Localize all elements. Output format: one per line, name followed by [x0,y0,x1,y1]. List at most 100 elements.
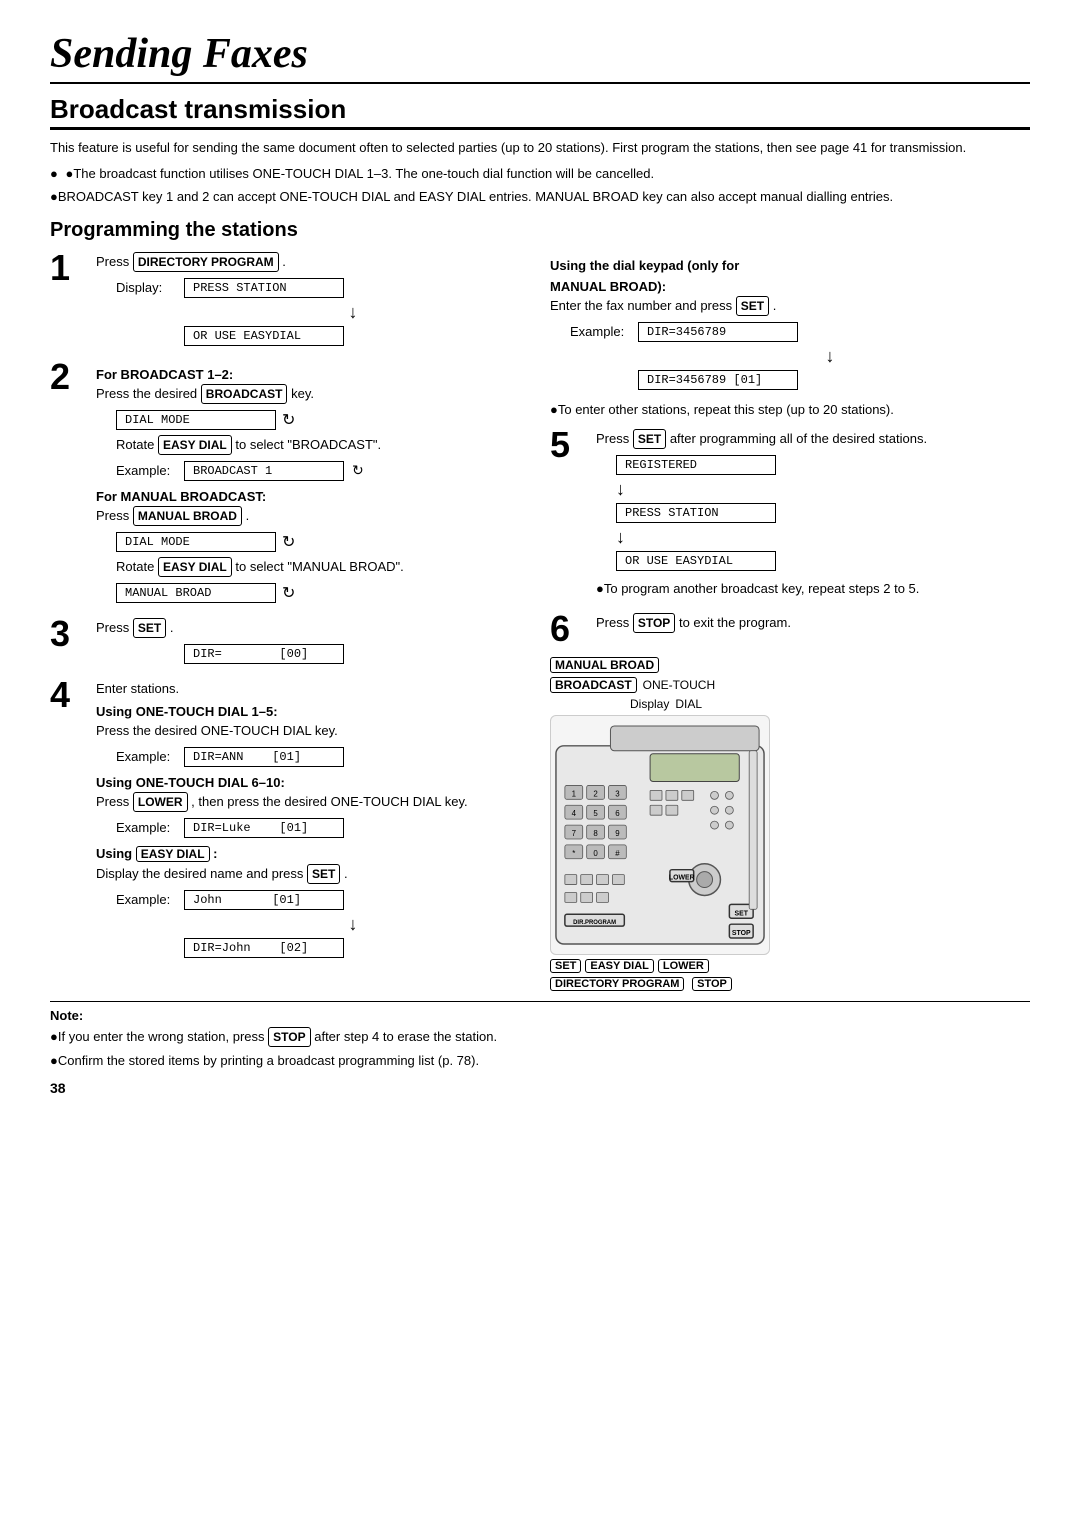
section-title: Broadcast transmission [50,94,1030,130]
arrow-right-1: ↓ [630,347,1030,365]
display-5b: PRESS STATION [616,503,776,523]
easy-dial-key-2b: EASY DIAL [158,557,232,577]
easy-dial-diagram-label: EASY DIAL [585,959,653,973]
stop-key: STOP [633,613,675,633]
step-2-heading: For BROADCAST 1–2: [96,367,530,382]
page-title: Sending Faxes [50,30,1030,84]
note-title: Note: [50,1008,1030,1023]
display-4d: DIR=John [02] [184,938,344,958]
right-example2: DIR=3456789 [01] [570,368,1030,392]
svg-text:DIR.PROGRAM: DIR.PROGRAM [573,920,616,926]
arrow-4: ↓ [176,915,530,933]
step-1-display-row: Display: PRESS STATION [116,276,530,300]
diagram-bottom-labels2: DIRECTORY PROGRAM STOP [550,975,732,991]
one-touch-text-2: Press LOWER , then press the desired ONE… [96,792,530,812]
diagram-labels-row2: BROADCAST ONE-TOUCH [550,677,715,693]
step-6-number: 6 [550,611,590,647]
step-5-display3: OR USE EASYDIAL [616,549,1030,573]
display-5a: REGISTERED [616,455,776,475]
set-key-3: SET [133,618,166,638]
step-3-display: DIR= [00] [116,642,530,666]
display-5c: OR USE EASYDIAL [616,551,776,571]
step-1: 1 Press DIRECTORY PROGRAM . Display: PRE… [50,252,530,351]
svg-text:3: 3 [615,789,620,798]
diagram-top-labels: MANUAL BROAD [550,657,659,673]
display-1a: PRESS STATION [184,278,344,298]
step-1-text: Press DIRECTORY PROGRAM . [96,252,530,272]
display-2c: MANUAL BROAD [116,583,276,603]
manual-broadcast-heading: For MANUAL BROADCAST: [96,489,530,504]
step-4: 4 Enter stations. Using ONE-TOUCH DIAL 1… [50,679,530,963]
fax-diagram: MANUAL BROAD BROADCAST ONE-TOUCH Display… [550,657,1030,991]
svg-text:4: 4 [572,809,577,818]
display-4c: John [01] [184,890,344,910]
right-example1: Example: DIR=3456789 [570,320,1030,344]
note-bullet-1: ●If you enter the wrong station, press S… [50,1027,1030,1047]
step-2-number: 2 [50,359,90,395]
step-4-example2: Example: DIR=Luke [01] [116,816,530,840]
easy-dial-heading: Using EASY DIAL : [96,846,530,862]
manual-dial-mode: DIAL MODE ↻ [116,530,530,554]
svg-text:7: 7 [572,828,576,837]
set-key-right: SET [736,296,769,316]
step-5-number: 5 [550,427,590,463]
intro-bullet-1: ●The broadcast function utilises ONE-TOU… [50,164,1030,184]
svg-text:2: 2 [593,789,597,798]
fax-machine-svg: 1 2 3 4 5 6 7 8 [550,715,770,955]
svg-text:SET: SET [735,910,749,917]
directory-program-key: DIRECTORY PROGRAM [133,252,279,272]
display-3: DIR= [00] [184,644,344,664]
display-2a: DIAL MODE [116,410,276,430]
broadcast-diagram-label: BROADCAST [550,677,637,693]
one-touch-text-1: Press the desired ONE-TOUCH DIAL key. [96,721,530,741]
svg-text:8: 8 [593,828,598,837]
svg-text:9: 9 [615,828,620,837]
intro-text-1: This feature is useful for sending the s… [50,138,1030,158]
step-6: 6 Press STOP to exit the program. [550,613,1030,647]
step-1-number: 1 [50,250,90,286]
step-5-text: Press SET after programming all of the d… [596,429,1030,449]
step-5-displays: REGISTERED ↓ PRESS STATION ↓ OR USE EASY… [616,453,1030,573]
step-2: 2 For BROADCAST 1–2: Press the desired B… [50,361,530,608]
step-6-text: Press STOP to exit the program. [596,613,1030,633]
lower-key: LOWER [133,792,188,812]
note-bullet-2: ●Confirm the stored items by printing a … [50,1051,1030,1071]
manual-broad-subheading: MANUAL BROAD): [550,279,1030,294]
step-3: 3 Press SET . DIR= [00] [50,618,530,669]
broadcast-key: BROADCAST [201,384,288,404]
svg-text:5: 5 [593,809,598,818]
step-5-content: Press SET after programming all of the d… [590,429,1030,603]
arrow-1: ↓ [176,303,530,321]
right-column: Using the dial keypad (only for MANUAL B… [550,252,1030,991]
step-5-note: ●To program another broadcast key, repea… [596,579,1030,599]
intro-bullet-2: ●BROADCAST key 1 and 2 can accept ONE-TO… [50,187,1030,207]
repeat-note: ●To enter other stations, repeat this st… [550,400,1030,420]
display-right-2: DIR=3456789 [01] [638,370,798,390]
step-2-rotate: Rotate EASY DIAL to select "BROADCAST". [116,435,530,455]
step-2-rotate2: Rotate EASY DIAL to select "MANUAL BROAD… [116,557,530,577]
step-3-number: 3 [50,616,90,652]
diagram-bottom-labels: SET EASY DIAL LOWER [550,959,709,973]
set-diagram-label: SET [550,959,581,973]
display-1b: OR USE EASYDIAL [184,326,344,346]
step-5-display1: REGISTERED [616,453,1030,477]
set-key-5: SET [633,429,666,449]
easy-dial-key-4: EASY DIAL [136,846,210,862]
stop-key-note: STOP [268,1027,310,1047]
svg-text:LOWER: LOWER [669,874,695,881]
display-label-1: Display: [116,280,176,295]
step-2-content: For BROADCAST 1–2: Press the desired BRO… [90,361,530,608]
step-5: 5 Press SET after programming all of the… [550,429,1030,603]
easy-dial-desc: Display the desired name and press SET . [96,864,530,884]
left-column: 1 Press DIRECTORY PROGRAM . Display: PRE… [50,252,530,991]
display-4b: DIR=Luke [01] [184,818,344,838]
arrow-5b: ↓ [616,528,1030,546]
arrow-5a: ↓ [616,480,1030,498]
step-4-number: 4 [50,677,90,713]
step-6-content: Press STOP to exit the program. [590,613,1030,637]
display-4a: DIR=ANN [01] [184,747,344,767]
step-1-display-row2: OR USE EASYDIAL [116,324,530,348]
step-5-display2: PRESS STATION [616,501,1030,525]
step-4-example3: Example: John [01] [116,888,530,912]
manual-broad-display: MANUAL BROAD ↻ [116,581,530,605]
